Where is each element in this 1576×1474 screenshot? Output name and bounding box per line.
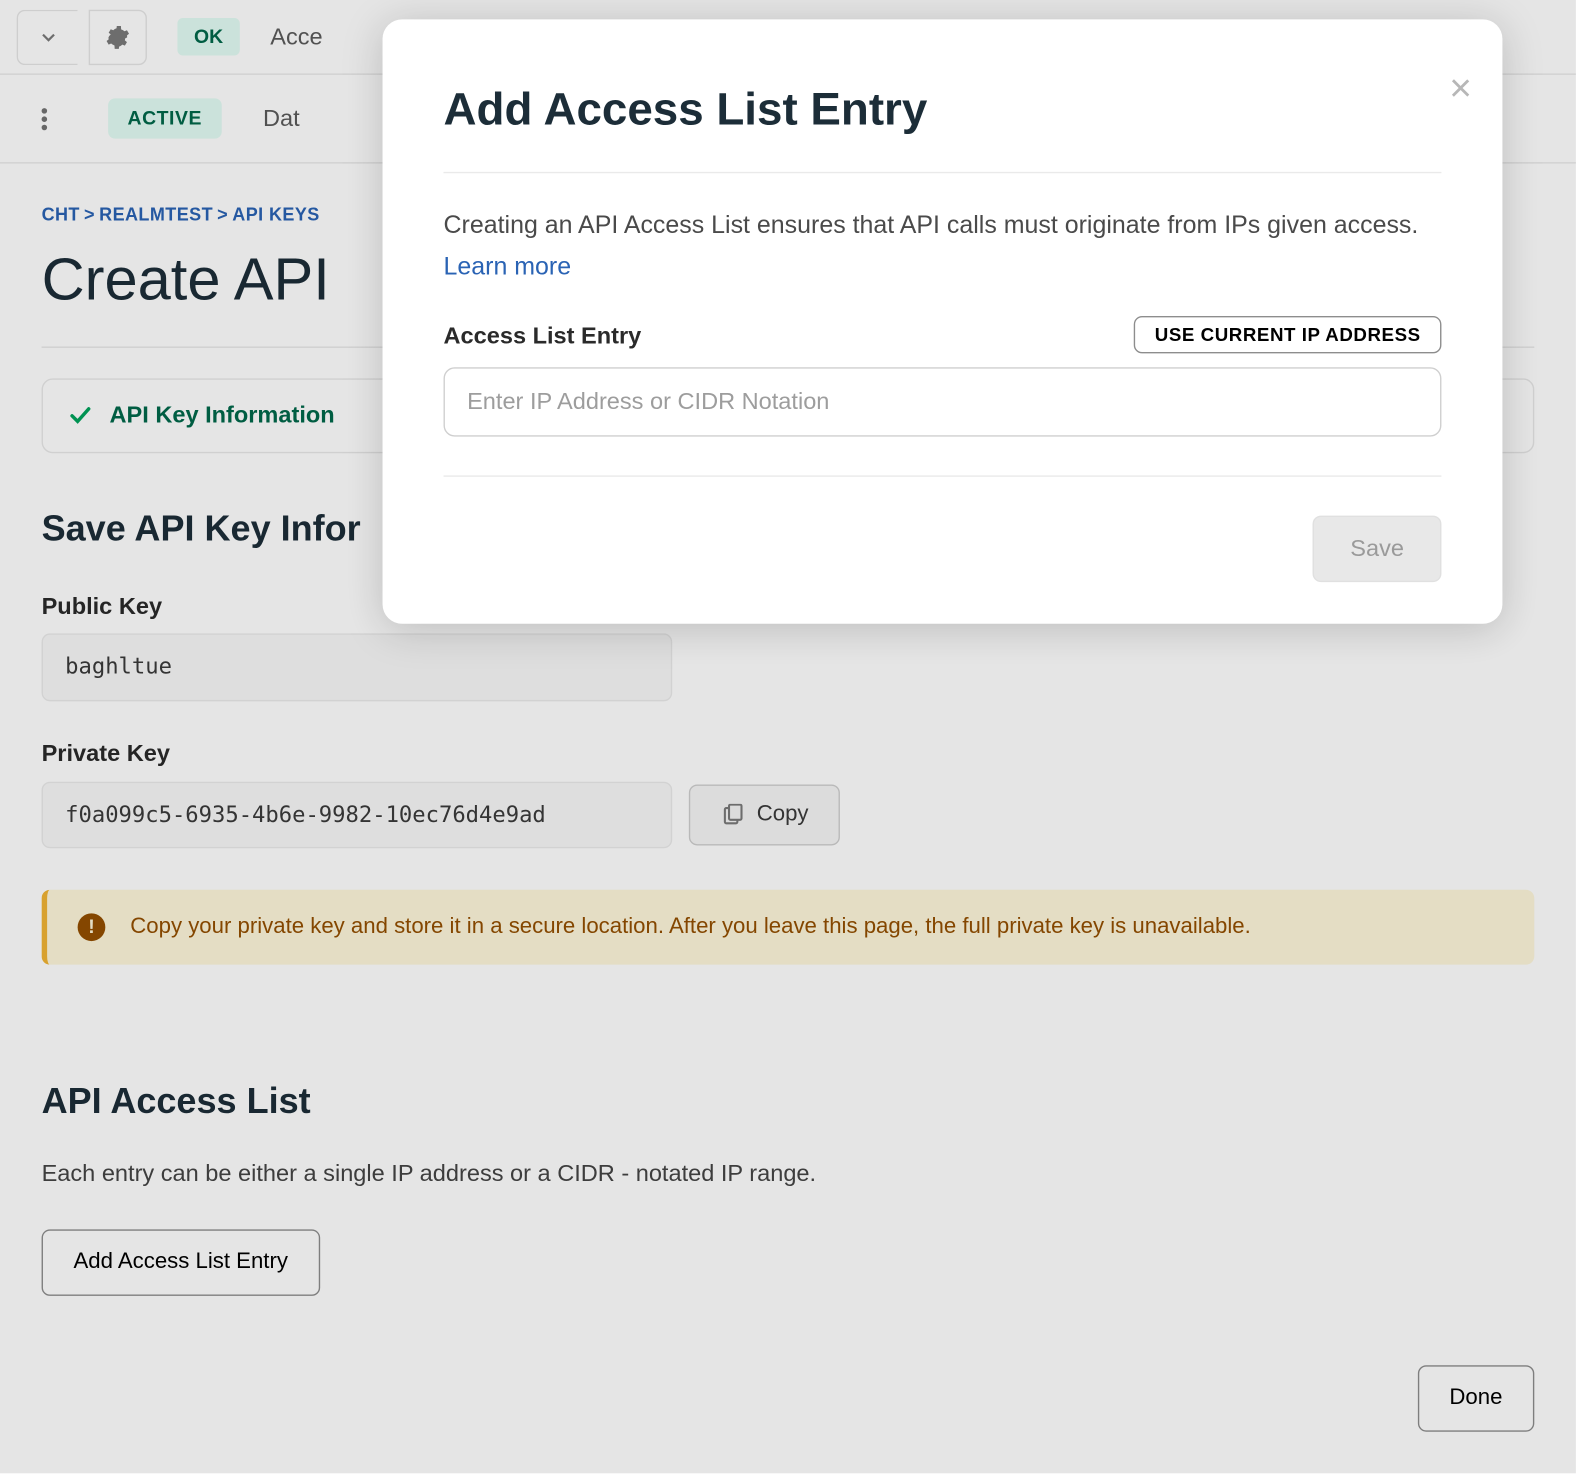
access-entry-label: Access List Entry: [444, 320, 642, 353]
ip-address-input[interactable]: [444, 367, 1442, 436]
learn-more-link[interactable]: Learn more: [444, 250, 572, 285]
modal-add-access-list: × Add Access List Entry Creating an API …: [383, 19, 1503, 623]
modal-title: Add Access List Entry: [444, 78, 1442, 142]
close-icon: ×: [1449, 67, 1472, 110]
save-button[interactable]: Save: [1313, 515, 1442, 582]
use-current-ip-button[interactable]: USE CURRENT IP ADDRESS: [1134, 315, 1441, 352]
divider: [444, 172, 1442, 173]
modal-close-button[interactable]: ×: [1449, 69, 1472, 108]
modal-description: Creating an API Access List ensures that…: [444, 207, 1442, 244]
